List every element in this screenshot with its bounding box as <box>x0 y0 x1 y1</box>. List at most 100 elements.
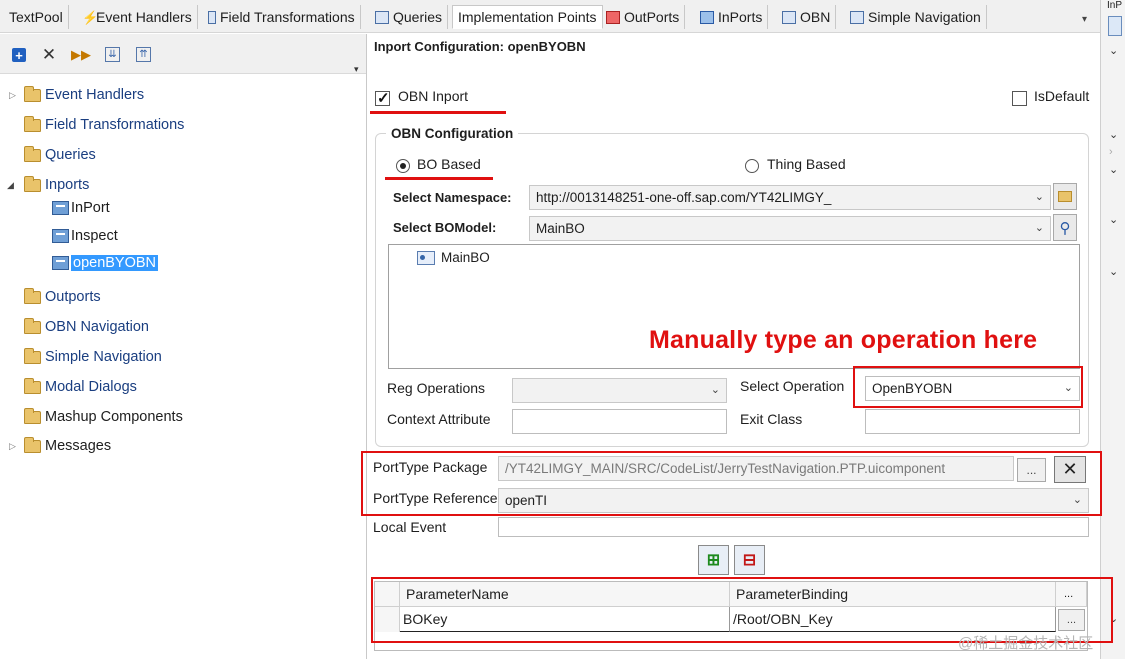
chevron-down-icon[interactable]: ⌄ <box>1109 265 1118 278</box>
clear-package-button[interactable]: ✕ <box>1054 456 1086 483</box>
folder-icon <box>24 407 41 424</box>
bomodel-value: MainBO <box>536 221 585 236</box>
is-default-checkbox[interactable] <box>1012 91 1027 106</box>
tree-item-inspect[interactable]: Inspect <box>52 226 118 246</box>
folder-icon <box>24 145 41 162</box>
tree-item-obn-navigation[interactable]: OBN Navigation <box>24 317 149 337</box>
expander-icon[interactable]: ▷ <box>9 441 16 452</box>
is-default-label: IsDefault <box>1034 88 1090 104</box>
bomodel-label: Select BOModel: <box>393 220 497 235</box>
tree-item-openbyobn[interactable]: openBYOBN <box>52 253 159 273</box>
porttype-reference-select[interactable]: openTI ⌄ <box>498 488 1089 513</box>
tree-item-modal-dialogs[interactable]: Modal Dialogs <box>24 377 137 397</box>
expand-all-icon[interactable]: ⇊ <box>105 47 120 62</box>
expander-icon[interactable]: ▷ <box>9 90 16 101</box>
local-event-input[interactable] <box>498 517 1089 537</box>
chevron-down-icon: ⌄ <box>1034 222 1044 234</box>
search-bomodel-button[interactable]: ⚲ <box>1053 214 1077 241</box>
porttype-package-value: /YT42LIMGY_MAIN/SRC/CodeList/JerryTestNa… <box>505 461 946 476</box>
chevron-down-icon[interactable]: ⌄ <box>1109 163 1118 176</box>
tree-item-label: Queries <box>45 147 96 163</box>
bo-tree-item[interactable]: MainBO <box>417 250 490 266</box>
thing-based-label: Thing Based <box>767 156 846 172</box>
collapse-all-icon[interactable]: ⇈ <box>136 47 151 62</box>
exit-class-input[interactable] <box>865 409 1080 434</box>
chevron-down-icon[interactable]: ⌄ <box>1109 213 1118 226</box>
tab-label: OutPorts <box>624 9 680 25</box>
tree-toolbar: + ✕ ▶▶ ⇊ ⇈ ▾ <box>0 34 366 74</box>
tree-item-inport[interactable]: InPort <box>52 198 110 218</box>
chevron-down-icon: ⌄ <box>710 384 720 396</box>
tab-label: InPorts <box>718 9 763 25</box>
tab-field-transformations[interactable]: Field Transformations <box>203 5 361 29</box>
forward-icon[interactable]: ▶▶ <box>71 46 91 64</box>
grid-icon[interactable] <box>1108 16 1122 36</box>
remove-parameter-button[interactable]: ⊟ <box>734 545 765 575</box>
browse-namespace-button[interactable] <box>1053 183 1077 210</box>
component-tree-panel: + ✕ ▶▶ ⇊ ⇈ ▾ ▷ Event Handlers Field Tran… <box>0 34 367 659</box>
folder-icon <box>24 85 41 102</box>
exit-class-value <box>866 414 871 429</box>
porttype-package-input[interactable]: /YT42LIMGY_MAIN/SRC/CodeList/JerryTestNa… <box>498 456 1014 481</box>
obn-icon <box>782 10 796 24</box>
context-attribute-input[interactable] <box>512 409 727 434</box>
tab-label: Queries <box>393 9 443 25</box>
chevron-down-icon: ⌄ <box>1072 494 1082 506</box>
query-icon <box>375 10 389 24</box>
folder-icon <box>24 347 41 364</box>
folder-icon <box>24 287 41 304</box>
tab-outports[interactable]: OutPorts <box>601 5 686 29</box>
tab-obn[interactable]: OBN <box>777 5 837 29</box>
obn-inport-label: OBN Inport <box>398 88 469 104</box>
tree-item-simple-navigation[interactable]: Simple Navigation <box>24 347 162 367</box>
bo-based-radio[interactable] <box>396 159 410 173</box>
tree-item-label: Event Handlers <box>45 87 145 103</box>
tree-item-label: openBYOBN <box>71 255 159 271</box>
page-title: Inport Configuration: openBYOBN <box>374 39 586 54</box>
delete-icon[interactable]: ✕ <box>40 45 58 64</box>
highlight-underline <box>385 177 493 180</box>
toolbar-overflow-icon[interactable]: ▾ <box>354 64 359 75</box>
chevron-right-icon[interactable]: › <box>1109 146 1113 158</box>
porttype-reference-value: openTI <box>505 493 548 508</box>
browse-package-button[interactable]: ... <box>1017 458 1046 482</box>
reg-operations-select[interactable]: ⌄ <box>512 378 727 403</box>
add-parameter-button[interactable]: ⊞ <box>698 545 729 575</box>
tab-inports[interactable]: InPorts <box>695 5 769 29</box>
collapse-arrow-icon[interactable]: ◢ <box>7 180 14 191</box>
bomodel-select[interactable]: MainBO ⌄ <box>529 216 1051 241</box>
chevron-down-icon: ⌄ <box>1034 191 1044 203</box>
close-icon: ✕ <box>1062 459 1078 479</box>
tree-item-label: Messages <box>45 438 112 454</box>
add-icon[interactable]: + <box>12 48 26 63</box>
right-side-panel: InP ⌄ ⌄ › ⌄ ⌄ ⌄ ⌄ <box>1100 0 1125 659</box>
obn-inport-checkbox[interactable] <box>375 89 390 107</box>
tab-implementation-points[interactable]: Implementation Points <box>452 5 603 29</box>
remove-row-icon: ⊟ <box>742 552 757 569</box>
tree-item-mashup-components[interactable]: Mashup Components <box>24 407 183 427</box>
tree-item-field-transformations[interactable]: Field Transformations <box>24 115 184 135</box>
folder-icon <box>1058 191 1072 202</box>
tab-bar: TextPool ⚡ Event Handlers Field Transform… <box>0 0 1100 33</box>
tab-queries[interactable]: Queries <box>370 5 449 29</box>
tree-item-inports[interactable]: Inports <box>24 175 89 195</box>
inport-icon <box>52 229 69 243</box>
tab-label: OBN <box>800 9 831 25</box>
bo-tree-label: MainBO <box>441 250 490 265</box>
inport-icon <box>52 201 69 215</box>
tree-item-queries[interactable]: Queries <box>24 145 96 165</box>
thing-based-radio[interactable] <box>745 159 759 173</box>
tree-item-event-handlers[interactable]: Event Handlers <box>24 85 144 105</box>
namespace-select[interactable]: http://0013148251-one-off.sap.com/YT42LI… <box>529 185 1051 210</box>
tab-overflow-icon[interactable]: ▾ <box>1082 14 1087 25</box>
tree-item-label: Outports <box>45 289 101 305</box>
chevron-down-icon[interactable]: ⌄ <box>1109 128 1118 141</box>
tree-item-messages[interactable]: Messages <box>24 436 111 456</box>
tab-simple-navigation[interactable]: Simple Navigation <box>845 5 987 29</box>
tree-item-label: Inspect <box>71 228 118 244</box>
tree-item-outports[interactable]: Outports <box>24 287 101 307</box>
chevron-down-icon[interactable]: ⌄ <box>1109 44 1118 57</box>
tree-item-label: Field Transformations <box>45 117 185 133</box>
tab-textpool[interactable]: TextPool <box>4 5 69 29</box>
tab-event-handlers[interactable]: ⚡ Event Handlers <box>77 5 198 29</box>
